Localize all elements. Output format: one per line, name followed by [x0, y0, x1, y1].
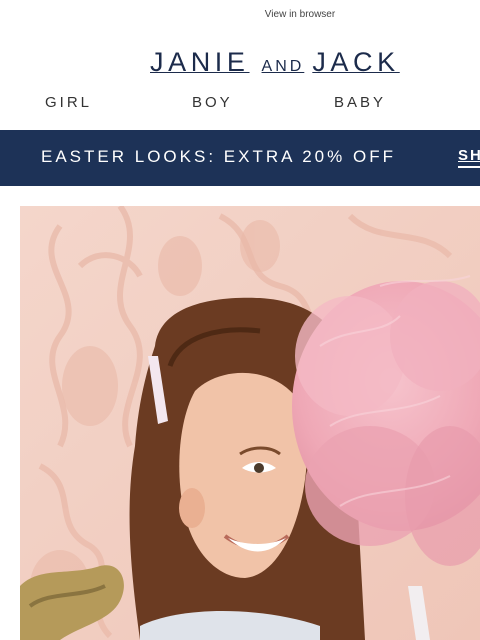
logo-word-and: AND [261, 58, 305, 75]
promo-text: EASTER LOOKS: EXTRA 20% OFF [41, 147, 396, 166]
category-nav: GIRL BOY BABY [0, 94, 480, 118]
nav-item-boy[interactable]: BOY [192, 94, 233, 111]
hero-image[interactable] [20, 206, 480, 640]
brand-logo[interactable]: JANIE AND JACK [150, 42, 460, 82]
promo-banner[interactable]: EASTER LOOKS: EXTRA 20% OFF SH [0, 130, 480, 186]
nav-item-baby[interactable]: BABY [334, 94, 386, 111]
shop-now-link[interactable]: SH [458, 147, 480, 168]
logo-word-janie: JANIE [150, 47, 250, 77]
nav-item-girl[interactable]: GIRL [45, 94, 92, 111]
logo-word-jack: JACK [312, 47, 400, 77]
view-in-browser-link[interactable]: View in browser [0, 9, 480, 20]
hero-photo-illustration [20, 206, 480, 640]
